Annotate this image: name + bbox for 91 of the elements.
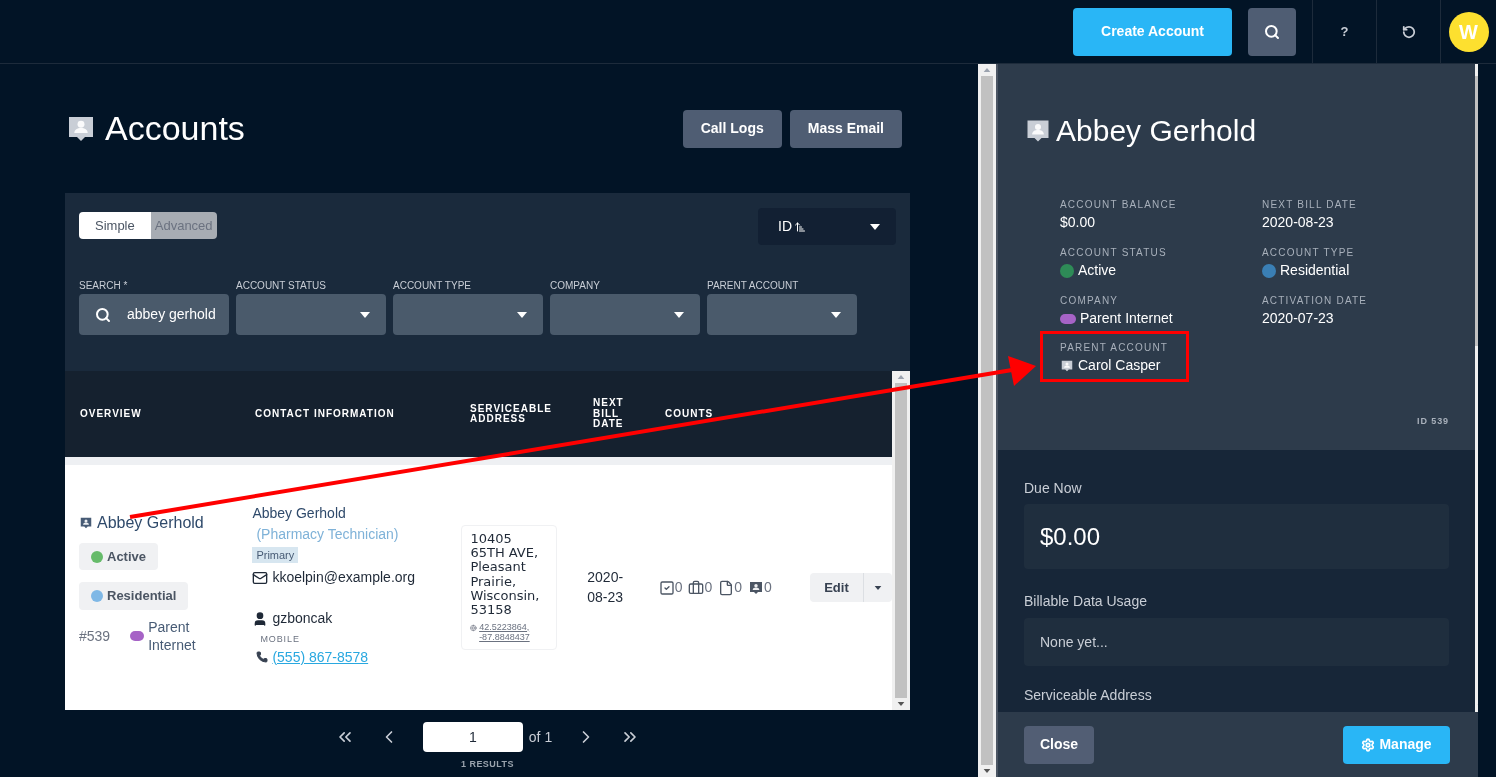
filter-select[interactable] — [236, 294, 386, 335]
phone-label: MOBILE — [259, 633, 300, 646]
count-value: 0 — [704, 578, 713, 597]
field-label: ACCOUNT BALANCE — [1060, 198, 1178, 212]
search-button[interactable] — [1248, 7, 1296, 56]
account-icon — [748, 579, 764, 596]
filter-label: SEARCH * — [79, 279, 129, 292]
count-value: 0 — [674, 578, 683, 597]
filter-label: ACCOUNT STATUS — [236, 279, 327, 292]
file-icon — [718, 579, 735, 596]
contact-email: kkoelpin@example.org — [272, 568, 415, 587]
field-value: Residential — [1280, 261, 1350, 280]
field-value: 2020-07-23 — [1262, 309, 1335, 328]
next-bill-date: 2020-08-23 — [587, 567, 625, 607]
account-icon — [79, 515, 93, 530]
results-count: 1 RESULTS — [461, 758, 514, 771]
caret-icon — [870, 223, 880, 230]
filter-label: COMPANY — [550, 279, 601, 292]
field-value: Active — [1078, 261, 1117, 280]
caret-icon — [873, 585, 882, 590]
address-text: 10405 65TH AVE, Pleasant Prairie, Wisconsin, 53158 — [470, 531, 541, 618]
page-scrollbar[interactable] — [978, 64, 996, 777]
mail-icon — [252, 569, 269, 586]
account-icon — [1060, 358, 1074, 373]
close-button[interactable]: Close — [1024, 725, 1095, 764]
column-header: OVERVIEW — [80, 408, 143, 420]
field-value: 2020-08-23 — [1262, 213, 1335, 232]
caret-icon — [897, 702, 905, 706]
sort-select[interactable]: ID — [758, 208, 896, 245]
field-label: PARENT ACCOUNT — [1060, 341, 1169, 355]
search-field[interactable]: abbey gerhold — [79, 294, 229, 335]
filter-select[interactable] — [550, 294, 700, 335]
search-icon — [95, 306, 111, 323]
contact-name[interactable]: Abbey Gerhold — [252, 502, 346, 524]
caret-icon — [983, 769, 991, 773]
page-input[interactable]: 1 — [422, 722, 523, 752]
field-label: NEXT BILL DATE — [1262, 198, 1358, 212]
due-now-box: $0.00 — [1024, 504, 1449, 569]
field-value: $0.00 — [1060, 213, 1097, 232]
caret-icon — [897, 375, 905, 379]
field-value: Parent Internet — [1080, 309, 1173, 328]
filter-label: PARENT ACCOUNT — [707, 279, 800, 292]
column-header: SERVICEABLE ADDRESS — [470, 403, 553, 425]
toolbar-button[interactable]: Mass Email — [789, 109, 902, 148]
company-name: Parent Internet — [148, 617, 197, 655]
page-count: of 1 — [528, 727, 553, 747]
sort-icon — [794, 220, 806, 233]
count-value: 0 — [734, 578, 742, 597]
field-label: ACTIVATION DATE — [1262, 294, 1369, 308]
caret-icon — [674, 311, 684, 318]
filter-label: ACCOUNT TYPE — [393, 279, 472, 292]
briefcase-icon — [688, 579, 705, 596]
account-name-link[interactable]: Abbey Gerhold — [97, 510, 204, 535]
count-value: 0 — [764, 578, 772, 597]
contact-title: (Pharmacy Technician) — [255, 524, 399, 544]
caret-icon — [983, 68, 991, 72]
section-label: Billable Data Usage — [1024, 592, 1148, 611]
caret-icon — [360, 311, 370, 318]
table-scrollbar[interactable] — [892, 371, 910, 710]
globe-icon — [470, 622, 478, 633]
refresh-icon[interactable] — [1401, 24, 1416, 39]
search-icon — [1264, 23, 1280, 40]
caret-icon — [831, 311, 841, 318]
filter-select[interactable] — [707, 294, 857, 335]
account-id: ID 539 — [1417, 414, 1449, 428]
column-header: CONTACT INFORMATION — [255, 408, 396, 420]
status-badge: Active — [79, 542, 159, 571]
section-label: Serviceable Address — [1024, 686, 1153, 705]
detail-title: Abbey Gerhold — [1056, 113, 1257, 149]
field-label: COMPANY — [1060, 294, 1120, 308]
filter-select[interactable] — [393, 294, 543, 335]
primary-badge: Primary — [252, 546, 299, 563]
section-label: Due Now — [1024, 479, 1083, 498]
account-link[interactable]: Carol Casper — [1078, 355, 1161, 376]
phone-icon — [256, 651, 269, 663]
data-usage-box: None yet... — [1024, 618, 1449, 666]
column-header: NEXT BILL DATE — [593, 398, 625, 430]
help-icon[interactable]: ? — [1340, 21, 1349, 42]
account-id: #539 — [79, 626, 111, 646]
type-badge: Residential — [79, 582, 189, 610]
field-label: ACCOUNT STATUS — [1060, 246, 1168, 260]
contact-username: gzboncak — [272, 609, 333, 628]
coordinates-link[interactable]: 42.5223864, -87.8848437 — [479, 621, 549, 644]
settings-icon — [1361, 737, 1376, 752]
mode-tab[interactable]: Simple — [79, 212, 151, 239]
toolbar-button[interactable]: Call Logs — [682, 109, 782, 148]
page-title: Accounts — [105, 108, 245, 149]
column-header: COUNTS — [665, 408, 715, 420]
field-label: ACCOUNT TYPE — [1262, 246, 1356, 260]
checkbox-icon — [658, 579, 675, 596]
caret-icon — [517, 311, 527, 318]
